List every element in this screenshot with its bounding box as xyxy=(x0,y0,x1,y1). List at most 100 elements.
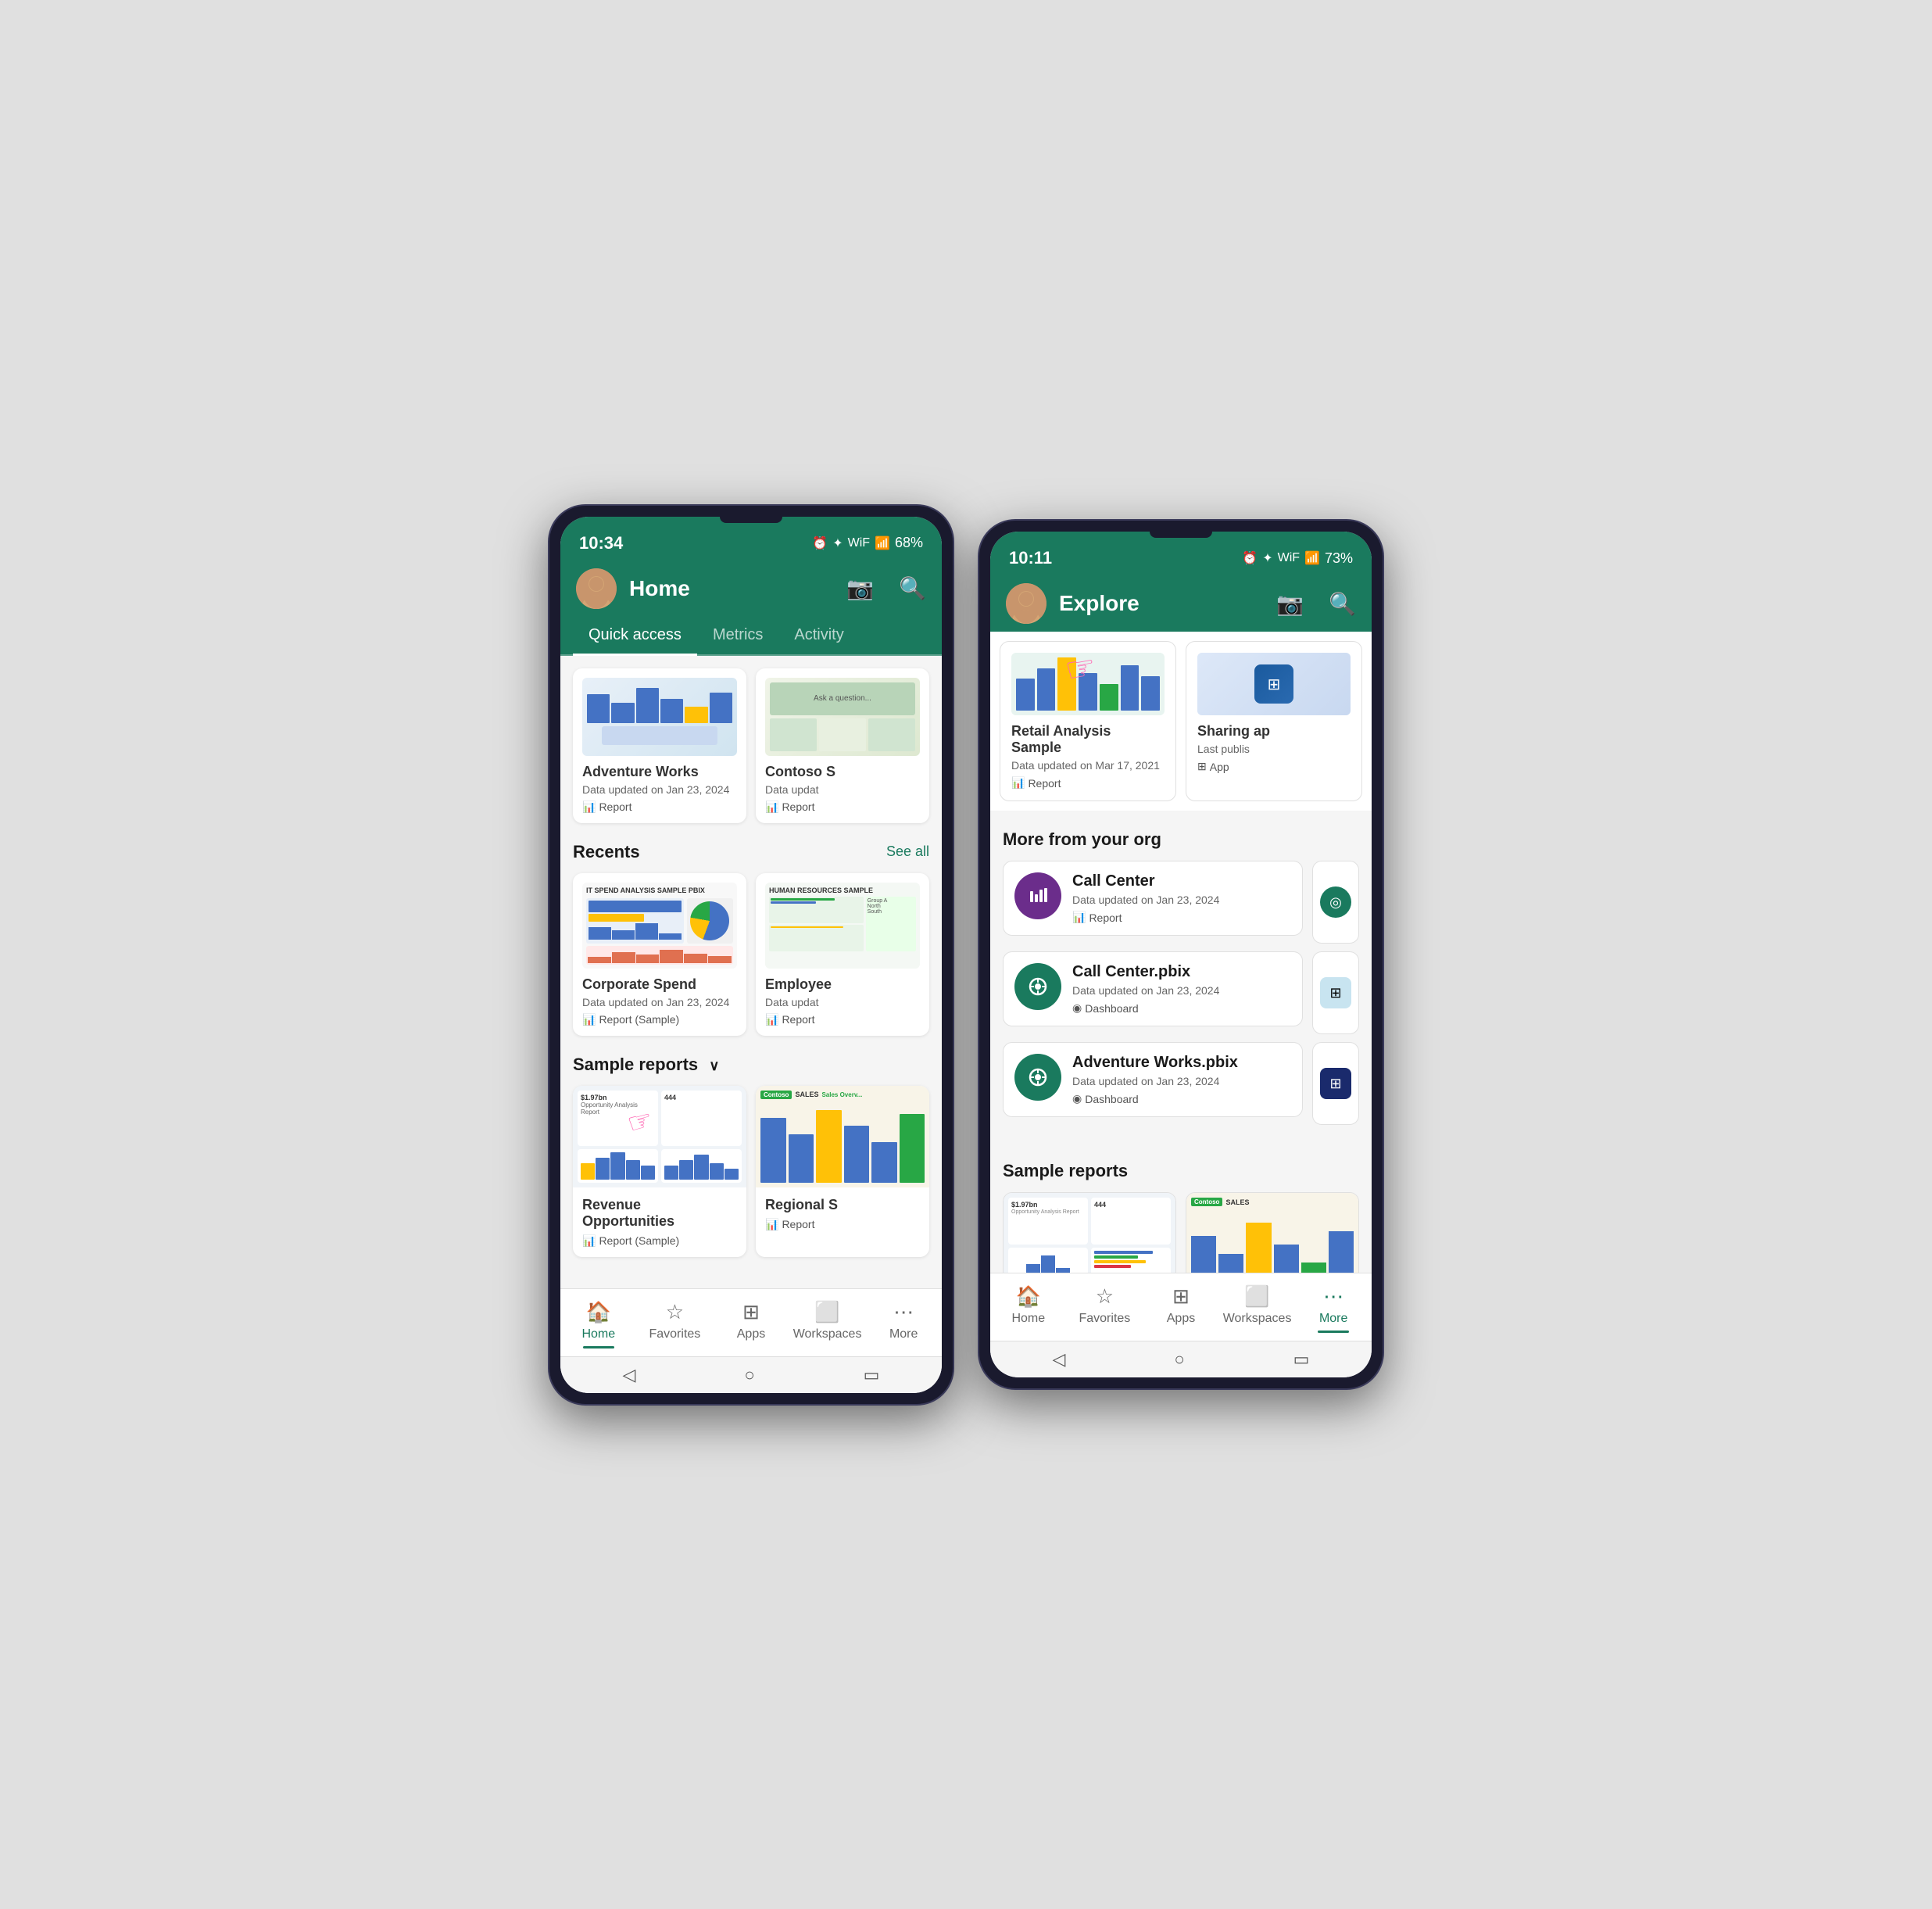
explore-header: Explore 📷 🔍 xyxy=(990,575,1372,632)
explore-nav-favorites[interactable]: ☆ Favorites xyxy=(1067,1280,1143,1338)
org-card-partial-3[interactable]: ⊞ xyxy=(1312,1042,1359,1125)
report-icon-r1: 📊 xyxy=(582,1013,596,1026)
org-card-2[interactable]: Call Center.pbix Data updated on Jan 23,… xyxy=(1003,951,1303,1026)
explore-sys-back[interactable]: ◁ xyxy=(1052,1349,1065,1370)
explore-featured-title-1: Retail Analysis Sample xyxy=(1011,723,1165,756)
explore-nav-apps[interactable]: ⊞ Apps xyxy=(1143,1280,1219,1338)
report-icon-r2: 📊 xyxy=(765,1013,778,1026)
sample-cards: $1.97bn Opportunity Analysis Report 444 xyxy=(573,1086,929,1257)
recent-type-2: 📊 Report xyxy=(765,1013,920,1026)
nav-favorites[interactable]: ☆ Favorites xyxy=(637,1295,714,1353)
explore-nav-home[interactable]: 🏠 Home xyxy=(990,1280,1067,1338)
org-type-2: ◉ Dashboard xyxy=(1072,1001,1291,1015)
search-icon[interactable]: 🔍 xyxy=(899,575,926,601)
org-card-partial-1[interactable]: ◎ xyxy=(1312,861,1359,944)
explore-search-icon[interactable]: 🔍 xyxy=(1329,591,1356,617)
explore-sample-card-2[interactable]: Contoso SALES xyxy=(1186,1192,1359,1273)
workspaces-icon: ⬜ xyxy=(814,1300,839,1324)
card-thumbnail-1 xyxy=(582,678,737,756)
app-icon-ef2: ⊞ xyxy=(1197,760,1207,773)
explore-featured-card-1[interactable]: ☞ Retail Analysis Sample Data updated on… xyxy=(1000,641,1176,801)
favorites-icon: ☆ xyxy=(666,1300,684,1324)
recents-header: Recents See all xyxy=(573,842,929,862)
explore-featured-type-1: 📊 Report xyxy=(1011,776,1165,790)
org-subtitle-3: Data updated on Jan 23, 2024 xyxy=(1072,1075,1291,1087)
explore-nav-indicator xyxy=(1318,1331,1349,1333)
explore-sample-card-1[interactable]: $1.97bn Opportunity Analysis Report 444 xyxy=(1003,1192,1176,1273)
org-subtitle-2: Data updated on Jan 23, 2024 xyxy=(1072,984,1291,997)
explore-apps-icon: ⊞ xyxy=(1172,1284,1190,1309)
see-all-recents[interactable]: See all xyxy=(886,843,929,860)
nav-apps[interactable]: ⊞ Apps xyxy=(713,1295,789,1353)
explore-featured-card-2[interactable]: ⊞ Sharing ap Last publis ⊞ App xyxy=(1186,641,1362,801)
nav-more[interactable]: ⋯ More xyxy=(865,1295,942,1353)
tab-activity[interactable]: Activity xyxy=(778,617,859,656)
sample-thumb-1: $1.97bn Opportunity Analysis Report 444 xyxy=(573,1086,746,1187)
org-type-3: ◉ Dashboard xyxy=(1072,1092,1291,1105)
explore-more-icon: ⋯ xyxy=(1323,1284,1343,1309)
sample-type-1: 📊 Report (Sample) xyxy=(582,1234,737,1248)
recent-card-1[interactable]: IT SPEND ANALYSIS SAMPLE PBIX xyxy=(573,873,746,1036)
explore-bottom-nav: 🏠 Home ☆ Favorites ⊞ Apps ⬜ Workspaces ⋯… xyxy=(990,1273,1372,1341)
battery-indicator: 68% xyxy=(895,535,923,551)
card-type-1: 📊 Report xyxy=(582,800,737,814)
camera-icon[interactable]: 📷 xyxy=(846,575,874,601)
explore-featured-type-2: ⊞ App xyxy=(1197,760,1351,773)
explore-page-title: Explore xyxy=(1059,591,1251,616)
explore-sys-home[interactable]: ○ xyxy=(1174,1349,1184,1370)
org-card-3[interactable]: Adventure Works.pbix Data updated on Jan… xyxy=(1003,1042,1303,1117)
explore-bluetooth-icon: ✦ xyxy=(1262,550,1272,566)
explore-alarm-icon: ⏰ xyxy=(1242,550,1258,566)
nav-apps-label: Apps xyxy=(737,1327,765,1341)
explore-sample-section: Sample reports $1.97bn Opportunity Analy… xyxy=(990,1145,1372,1273)
sys-home[interactable]: ○ xyxy=(744,1365,754,1385)
explore-status-icons: ⏰ ✦ WiF 📶 73% xyxy=(1242,550,1353,567)
explore-avatar[interactable] xyxy=(1006,583,1046,624)
tab-quick-access[interactable]: Quick access xyxy=(573,617,697,656)
explore-status-time: 10:11 xyxy=(1009,548,1052,568)
home-phone: 10:34 ⏰ ✦ WiF 📶 68% Home 📷 xyxy=(548,504,954,1406)
nav-more-label: More xyxy=(889,1327,918,1341)
explore-nav-workspaces[interactable]: ⬜ Workspaces xyxy=(1219,1280,1296,1338)
recent-title-2: Employee xyxy=(765,976,920,993)
quick-card-1[interactable]: Adventure Works Data updated on Jan 23, … xyxy=(573,668,746,823)
explore-featured-subtitle-1: Data updated on Mar 17, 2021 xyxy=(1011,759,1165,772)
sample-card-1[interactable]: $1.97bn Opportunity Analysis Report 444 xyxy=(573,1086,746,1257)
sample-info-2: Regional S 📊 Report xyxy=(756,1187,929,1241)
bluetooth-icon: ✦ xyxy=(832,535,843,551)
sample-card-2[interactable]: Contoso SALES Sales Overv... xyxy=(756,1086,929,1257)
org-card-1[interactable]: Call Center Data updated on Jan 23, 2024… xyxy=(1003,861,1303,936)
org-icon-3 xyxy=(1014,1054,1061,1101)
dashboard-icon-org3: ◉ xyxy=(1072,1092,1082,1105)
nav-home-label: Home xyxy=(581,1327,615,1341)
org-card-partial-2[interactable]: ⊞ xyxy=(1312,951,1359,1034)
recent-subtitle-1: Data updated on Jan 23, 2024 xyxy=(582,996,737,1008)
sample-info-1: Revenue Opportunities 📊 Report (Sample) xyxy=(573,1187,746,1257)
tab-metrics[interactable]: Metrics xyxy=(697,617,778,656)
recent-thumb-2: HUMAN RESOURCES SAMPLE xyxy=(765,883,920,969)
report-icon-1: 📊 xyxy=(582,800,596,814)
card-title-2: Contoso S xyxy=(765,764,920,780)
explore-nav-workspaces-label: Workspaces xyxy=(1223,1312,1292,1326)
org-type-1: 📊 Report xyxy=(1072,911,1291,924)
org-title-2: Call Center.pbix xyxy=(1072,963,1291,981)
sys-recent[interactable]: ▭ xyxy=(864,1365,880,1385)
sample-title-2: Regional S xyxy=(765,1197,920,1213)
explore-camera-icon[interactable]: 📷 xyxy=(1276,591,1304,617)
recent-card-2[interactable]: HUMAN RESOURCES SAMPLE xyxy=(756,873,929,1036)
org-subtitle-1: Data updated on Jan 23, 2024 xyxy=(1072,894,1291,906)
card-subtitle-1: Data updated on Jan 23, 2024 xyxy=(582,783,737,796)
explore-sys-recent[interactable]: ▭ xyxy=(1293,1349,1310,1370)
explore-sample-thumb-2: Contoso SALES xyxy=(1186,1193,1358,1273)
quick-card-2[interactable]: Ask a question... Contoso S Data updat 📊 xyxy=(756,668,929,823)
org-card-info-2: Call Center.pbix Data updated on Jan 23,… xyxy=(1072,963,1291,1015)
sample-thumb-2: Contoso SALES Sales Overv... xyxy=(756,1086,929,1187)
avatar[interactable] xyxy=(576,568,617,609)
system-bar: ◁ ○ ▭ xyxy=(560,1356,942,1393)
org-icon-1 xyxy=(1014,872,1061,919)
nav-home[interactable]: 🏠 Home xyxy=(560,1295,637,1353)
home-header: Home 📷 🔍 xyxy=(560,561,942,617)
explore-nav-more[interactable]: ⋯ More xyxy=(1295,1280,1372,1338)
sys-back[interactable]: ◁ xyxy=(622,1365,635,1385)
nav-workspaces[interactable]: ⬜ Workspaces xyxy=(789,1295,866,1353)
